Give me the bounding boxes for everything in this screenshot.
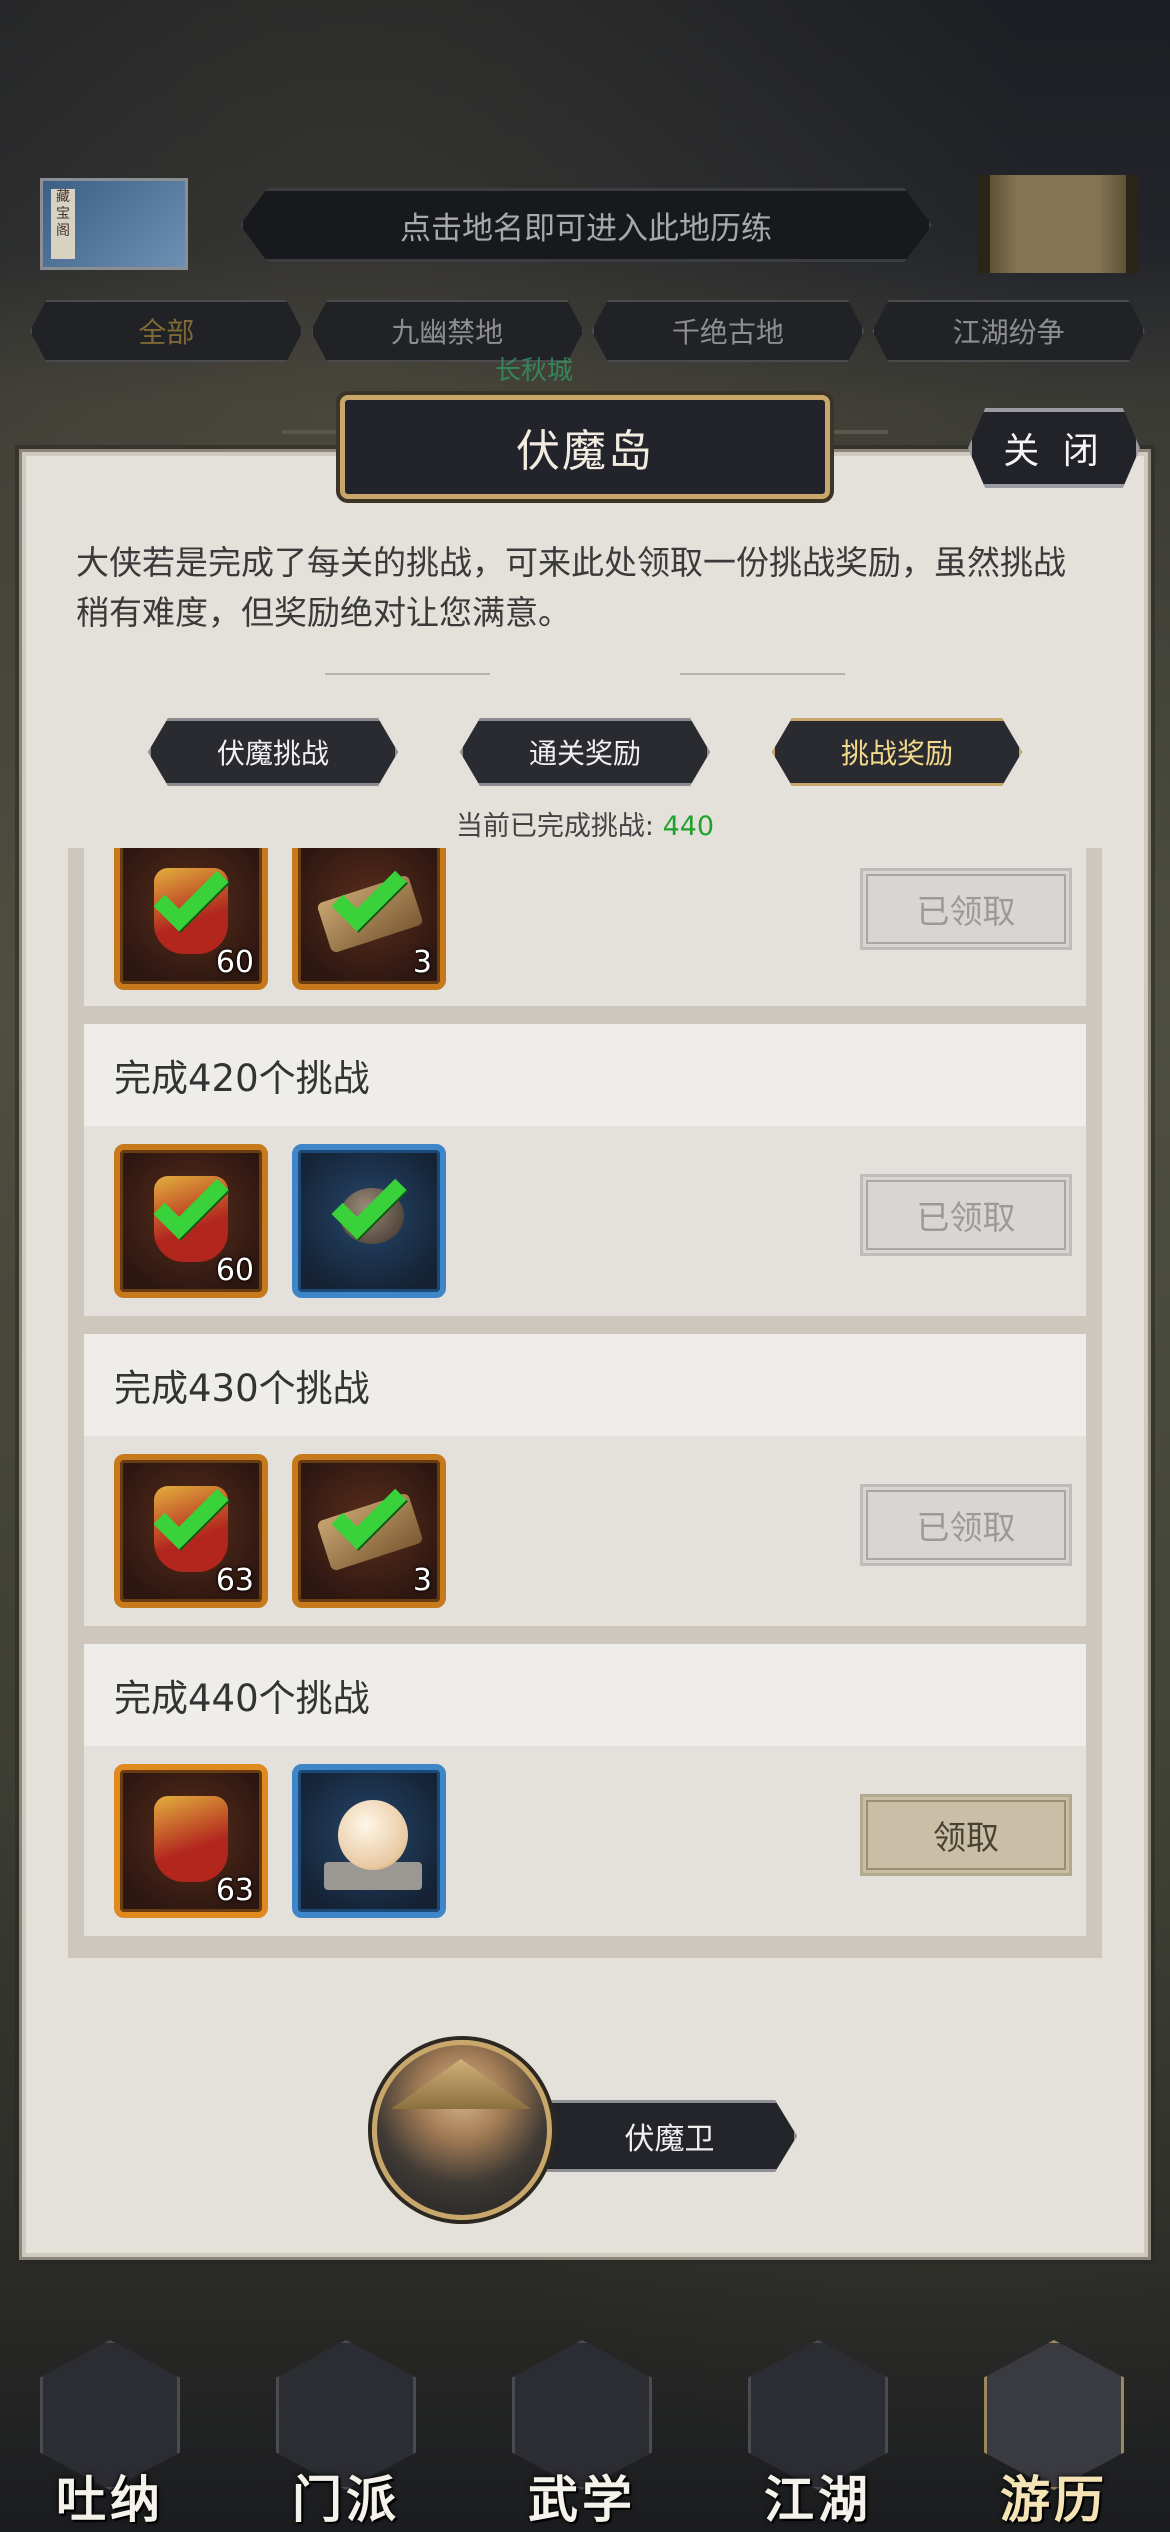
nav-youli[interactable]: 游历 (964, 2340, 1144, 2532)
reward-item-red-token[interactable]: 63 (114, 1764, 268, 1918)
npc-guard[interactable]: 伏魔卫 (372, 2040, 802, 2220)
reward-card-title: 完成440个挑战 (84, 1644, 1086, 1746)
reward-item-stone-ball[interactable] (292, 1144, 446, 1298)
claimed-button[interactable]: 已领取 (860, 868, 1072, 950)
nav-jianghu[interactable]: 江湖 (728, 2340, 908, 2532)
nav-label: 武学 (528, 2470, 636, 2529)
reward-item-red-token[interactable]: 60 (114, 848, 268, 990)
map-thumbnail-seal: 藏宝阁 (51, 189, 75, 259)
reward-card-430: 完成430个挑战 63 3 已领取 (84, 1334, 1086, 1626)
nav-label: 游历 (1000, 2470, 1108, 2529)
reward-list[interactable]: 60 3 已领取 完成420个挑战 60 已领取 完成430个挑战 63 3 已… (68, 848, 1102, 1958)
nav-tuna[interactable]: 吐纳 (20, 2340, 200, 2532)
reward-card-body: 60 3 已领取 (84, 848, 1086, 1006)
reward-card-body: 60 已领取 (84, 1126, 1086, 1316)
item-count: 3 (412, 1563, 432, 1598)
panel-description: 大侠若是完成了每关的挑战，可来此处领取一份挑战奖励，虽然挑战稍有难度，但奖励绝对… (76, 543, 1066, 632)
top-bar: 藏宝阁 点击地名即可进入此地历练 (0, 170, 1170, 280)
claim-button[interactable]: 领取 (860, 1794, 1072, 1876)
reward-card-title: 完成430个挑战 (84, 1334, 1086, 1436)
claimed-button[interactable]: 已领取 (860, 1174, 1072, 1256)
pearl-orb-icon (338, 1800, 408, 1870)
reward-card-440: 完成440个挑战 63 领取 (84, 1644, 1086, 1936)
npc-avatar[interactable] (372, 2040, 552, 2220)
bottom-nav: 吐纳 门派 武学 江湖 游历 (0, 2330, 1170, 2532)
reward-card-partial: 60 3 已领取 (84, 848, 1086, 1006)
nav-label: 江湖 (764, 2470, 872, 2529)
npc-name[interactable]: 伏魔卫 (522, 2100, 797, 2172)
map-location-label[interactable]: 长秋城 (495, 350, 573, 387)
tab-fumo-challenge[interactable]: 伏魔挑战 (148, 718, 398, 786)
divider-right (680, 673, 845, 675)
panel-title: 伏魔岛 (340, 395, 830, 499)
region-tab-all[interactable]: 全部 (30, 300, 303, 362)
red-token-icon (154, 1796, 228, 1882)
hint-bar: 点击地名即可进入此地历练 (240, 188, 932, 262)
reward-item-red-token[interactable]: 63 (114, 1454, 268, 1608)
straw-hat-icon (391, 2059, 531, 2109)
divider-left (325, 673, 490, 675)
progress-value: 440 (662, 811, 715, 842)
item-count: 60 (215, 1253, 254, 1288)
title-ornament-right (828, 430, 888, 460)
title-ornament-left (282, 430, 342, 460)
panel-tabs: 伏魔挑战 通关奖励 挑战奖励 (148, 718, 1022, 788)
region-tabs: 全部 九幽禁地 千绝古地 江湖纷争 (30, 300, 1145, 366)
reward-card-420: 完成420个挑战 60 已领取 (84, 1024, 1086, 1316)
item-count: 60 (215, 945, 254, 980)
reward-item-scroll[interactable]: 3 (292, 848, 446, 990)
region-tab-jianghu[interactable]: 江湖纷争 (872, 300, 1145, 362)
reward-card-body: 63 领取 (84, 1746, 1086, 1936)
nav-wuxue[interactable]: 武学 (492, 2340, 672, 2532)
map-thumbnail[interactable]: 藏宝阁 (40, 178, 188, 270)
nav-menpai[interactable]: 门派 (256, 2340, 436, 2532)
reward-card-title: 完成420个挑战 (84, 1024, 1086, 1126)
item-count: 63 (215, 1563, 254, 1598)
reward-item-red-token[interactable]: 60 (114, 1144, 268, 1298)
close-button[interactable]: 关 闭 (968, 408, 1140, 488)
progress-label: 当前已完成挑战: (455, 811, 654, 842)
claimed-button[interactable]: 已领取 (860, 1484, 1072, 1566)
nav-label: 吐纳 (56, 2470, 164, 2529)
world-scroll-icon[interactable] (978, 175, 1138, 273)
item-count: 63 (215, 1873, 254, 1908)
progress-line: 当前已完成挑战: 440 (0, 804, 1170, 843)
tab-challenge-reward[interactable]: 挑战奖励 (772, 718, 1022, 786)
reward-item-pearl-orb[interactable] (292, 1764, 446, 1918)
tab-clear-reward[interactable]: 通关奖励 (460, 718, 710, 786)
item-count: 3 (412, 945, 432, 980)
reward-item-scroll[interactable]: 3 (292, 1454, 446, 1608)
region-tab-qianjue[interactable]: 千绝古地 (591, 300, 865, 362)
nav-label: 门派 (292, 2470, 400, 2529)
reward-card-body: 63 3 已领取 (84, 1436, 1086, 1626)
